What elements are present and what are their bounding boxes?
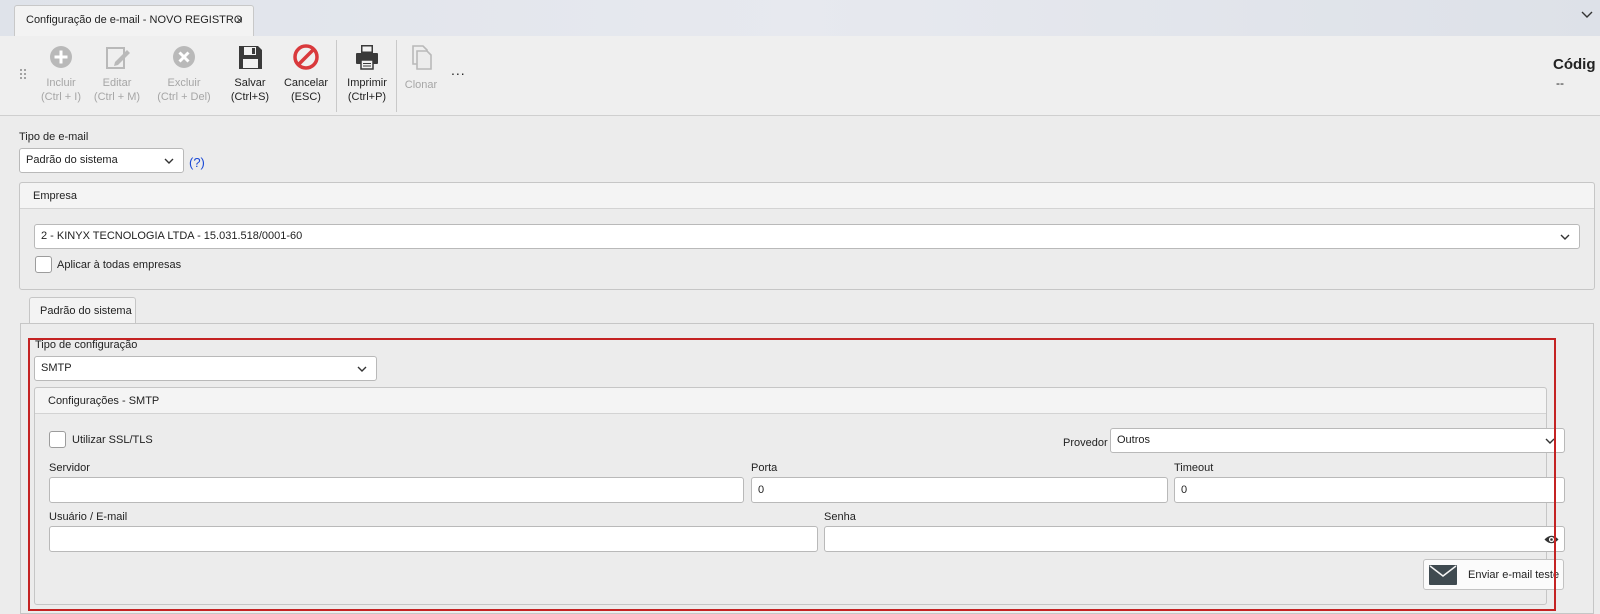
editar-label: Editar: [102, 77, 132, 89]
edit-icon: [106, 47, 130, 69]
x-circle-icon: [173, 46, 195, 68]
salvar-button[interactable]: Salvar (Ctrl+S): [227, 42, 273, 104]
toolbar-separator: [396, 40, 397, 112]
excluir-label: Excluir: [167, 77, 201, 89]
empresa-panel-title: Empresa: [33, 190, 78, 202]
codigo-value: --: [1556, 76, 1564, 90]
clonar-button[interactable]: Clonar: [399, 42, 443, 92]
imprimir-label: Imprimir: [347, 77, 387, 89]
help-link[interactable]: (?): [189, 155, 205, 170]
cancel-icon: [293, 44, 319, 70]
cancelar-shortcut: (ESC): [291, 91, 321, 103]
excluir-shortcut: (Ctrl + Del): [157, 91, 211, 103]
chevron-down-icon: [1560, 234, 1570, 240]
salvar-label: Salvar: [234, 77, 266, 89]
imprimir-shortcut: (Ctrl+P): [347, 91, 387, 103]
highlight-box: [28, 338, 1556, 611]
tipo-email-select[interactable]: Padrão do sistema: [19, 148, 184, 173]
toolbar-separator: [336, 40, 337, 112]
apply-all-companies-label: Aplicar à todas empresas: [57, 259, 182, 271]
empresa-value: 2 - KINYX TECNOLOGIA LTDA - 15.031.518/0…: [41, 230, 303, 242]
copy-icon: [412, 45, 432, 70]
tab-padrao-do-sistema[interactable]: Padrão do sistema: [29, 297, 136, 324]
incluir-shortcut: (Ctrl + I): [40, 91, 82, 103]
tipo-email-value: Padrão do sistema: [26, 154, 118, 166]
codigo-label: Códig: [1553, 56, 1596, 73]
empresa-select[interactable]: 2 - KINYX TECNOLOGIA LTDA - 15.031.518/0…: [34, 224, 1580, 249]
editar-button[interactable]: Editar (Ctrl + M): [90, 42, 144, 104]
cancelar-label: Cancelar: [283, 77, 329, 89]
imprimir-button[interactable]: Imprimir (Ctrl+P): [342, 42, 392, 104]
salvar-shortcut: (Ctrl+S): [230, 91, 270, 103]
clonar-label: Clonar: [404, 79, 438, 91]
document-tab-title: Configuração de e-mail - NOVO REGISTRO: [26, 14, 243, 26]
more-options-button[interactable]: ...: [451, 62, 466, 78]
apply-all-companies-checkbox[interactable]: [35, 256, 52, 273]
tipo-email-label: Tipo de e-mail: [19, 131, 89, 143]
empresa-panel: Empresa 2 - KINYX TECNOLOGIA LTDA - 15.0…: [19, 182, 1595, 290]
save-icon: [239, 46, 262, 69]
incluir-button[interactable]: Incluir (Ctrl + I): [36, 42, 86, 104]
title-bar: Configuração de e-mail - NOVO REGISTRO ×: [0, 0, 1600, 37]
close-tab-icon[interactable]: ×: [236, 13, 243, 27]
printer-icon: [356, 45, 378, 70]
editar-shortcut: (Ctrl + M): [93, 91, 141, 103]
toolbar: Incluir (Ctrl + I) Editar (Ctrl + M) Exc…: [0, 36, 1600, 116]
plus-circle-icon: [50, 46, 72, 68]
cancelar-button[interactable]: Cancelar (ESC): [281, 42, 331, 104]
document-tab[interactable]: Configuração de e-mail - NOVO REGISTRO ×: [14, 5, 254, 37]
chevron-down-icon: [164, 158, 174, 164]
chevron-down-icon[interactable]: [1580, 8, 1594, 22]
drag-handle-icon[interactable]: [19, 68, 27, 82]
empresa-panel-header: Empresa: [20, 183, 1594, 209]
incluir-label: Incluir: [46, 77, 76, 89]
tab-label: Padrão do sistema: [40, 305, 132, 317]
excluir-button[interactable]: Excluir (Ctrl + Del): [154, 42, 214, 104]
